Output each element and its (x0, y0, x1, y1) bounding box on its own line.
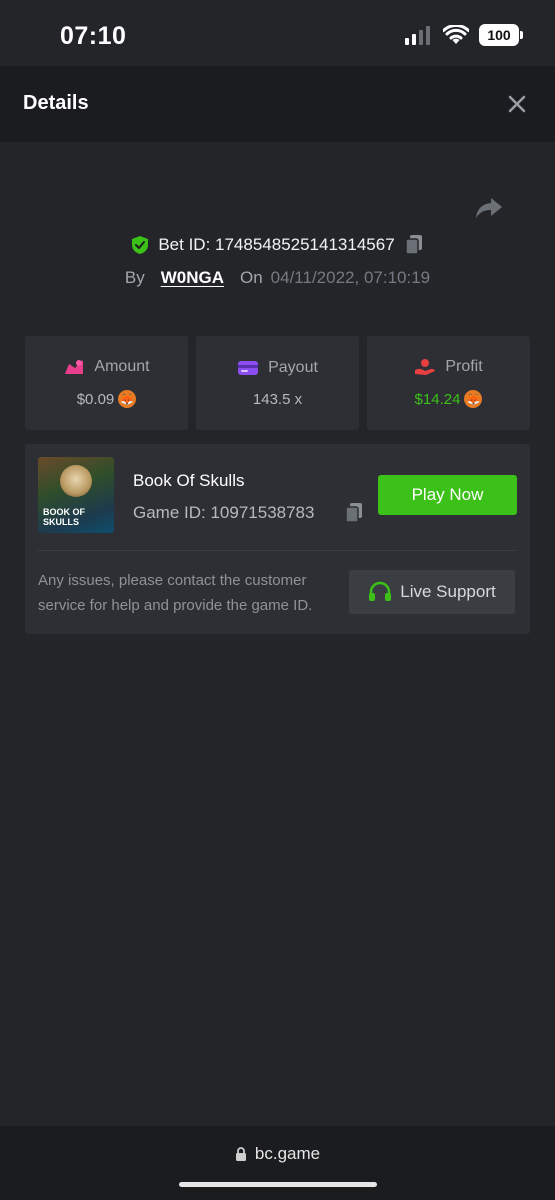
game-thumbnail[interactable]: BOOK OF SKULLS (38, 457, 114, 533)
thumbnail-title: BOOK OF SKULLS (43, 507, 85, 527)
verified-shield-icon (132, 236, 149, 254)
play-now-button[interactable]: Play Now (378, 475, 517, 515)
profit-icon (415, 359, 436, 375)
page-title: Details (23, 92, 89, 114)
on-label: On (239, 268, 263, 287)
profit-value: $14.24 (414, 390, 461, 408)
profit-value-row: $14.24 🦊 (415, 390, 483, 408)
game-title: Book Of Skulls (133, 471, 245, 490)
divider (38, 550, 517, 551)
amount-value-row: $0.09 🦊 (77, 390, 137, 408)
payout-label: Payout (268, 358, 318, 376)
skull-icon (60, 465, 92, 497)
browser-bar: bc.game (0, 1126, 555, 1200)
copy-icon[interactable] (404, 234, 424, 256)
share-icon[interactable] (475, 196, 503, 220)
payout-header: Payout (237, 359, 318, 377)
by-label: By (124, 268, 145, 287)
payout-icon (238, 360, 259, 375)
bet-stats: Amount $0.09 🦊 Payout 143.5 x Profit $14… (25, 336, 530, 430)
status-icons: 100 (405, 24, 523, 46)
amount-icon (65, 360, 84, 374)
profit-header: Profit (414, 358, 483, 376)
payout-value-row: 143.5 x (253, 391, 302, 408)
battery-level: 100 (487, 27, 511, 43)
profit-card: Profit $14.24 🦊 (367, 336, 530, 430)
thumbnail-title-line2: SKULLS (43, 517, 79, 527)
home-indicator[interactable] (179, 1182, 377, 1187)
payout-value: 143.5 x (252, 390, 303, 408)
payout-card: Payout 143.5 x (196, 336, 359, 430)
amount-label: Amount (94, 358, 150, 375)
profit-label: Profit (445, 358, 483, 375)
headset-icon (369, 581, 392, 601)
bet-id: Bet ID: 1748548525141314567 (158, 235, 395, 254)
amount-card: Amount $0.09 🦊 (25, 336, 188, 430)
bet-id-row: Bet ID: 1748548525141314567 (0, 234, 555, 256)
signal-icon (405, 26, 430, 45)
url-text: bc.game (254, 1144, 321, 1163)
bet-meta-row: By W0NGA On 04/11/2022, 07:10:19 (0, 268, 555, 288)
bet-date: 04/11/2022, 07:10:19 (270, 268, 431, 287)
live-support-button[interactable]: Live Support (349, 570, 515, 614)
amount-header: Amount (63, 358, 150, 376)
lock-icon (235, 1147, 246, 1161)
amount-value: $0.09 (76, 390, 115, 408)
battery-icon: 100 (479, 24, 523, 46)
username-link[interactable]: W0NGA (161, 268, 224, 288)
live-support-label: Live Support (400, 582, 496, 601)
close-icon[interactable] (507, 94, 527, 114)
shib-coin-icon: 🦊 (464, 390, 483, 408)
url-bar[interactable]: bc.game (0, 1144, 555, 1164)
shib-coin-icon: 🦊 (118, 390, 137, 408)
status-bar: 07:10 100 (0, 0, 555, 66)
details-header: Details (0, 66, 555, 142)
copy-icon[interactable] (344, 502, 364, 524)
wifi-icon (443, 25, 469, 44)
game-panel: BOOK OF SKULLS Book Of Skulls Game ID: 1… (25, 444, 530, 634)
support-notice: Any issues, please contact the customer … (38, 572, 313, 614)
thumbnail-title-line1: BOOK OF (43, 507, 85, 517)
status-time: 07:10 (60, 22, 127, 50)
game-id: Game ID: 10971538783 (133, 503, 315, 522)
